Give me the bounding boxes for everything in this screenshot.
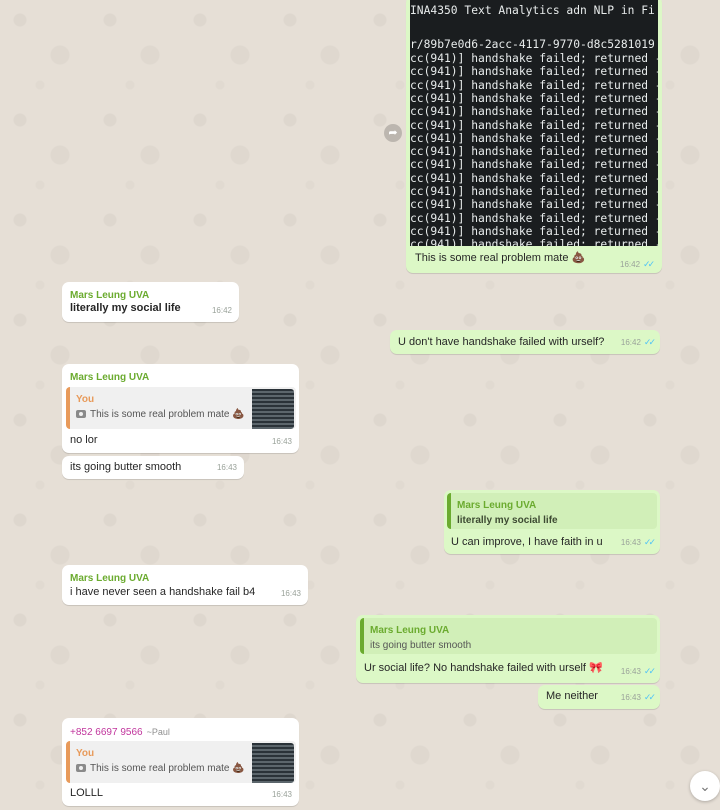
camera-icon [76, 410, 86, 418]
read-ticks-icon: ✓✓ [643, 666, 656, 676]
screen-text-line: INA4350 Text Analytics adn NLP in Fi [410, 4, 655, 17]
message-time: 16:42 ✓✓ [620, 259, 655, 269]
outgoing-message[interactable]: U don't have handshake failed with ursel… [390, 330, 660, 354]
sender-pushname: ~Paul [146, 727, 170, 737]
sender-line: +852 6697 9566 ~Paul [70, 725, 170, 740]
chevron-down-icon: ⌄ [699, 778, 711, 794]
incoming-message[interactable]: Mars Leung UVA You This is some real pro… [62, 364, 299, 453]
screen-text-line: cc(941)] handshake failed; returned - [410, 52, 658, 65]
camera-icon [76, 764, 86, 772]
message-text: Me neither [546, 690, 598, 702]
message-text: LOLLL [70, 787, 104, 799]
screen-text-line: cc(941)] handshake failed; returned - [410, 238, 658, 246]
screen-text-line: cc(941)] handshake failed; returned - [410, 78, 658, 92]
message-text: i have never seen a handshake fail b4 [70, 586, 256, 598]
screen-text-line: cc(941)] handshake failed; returned - [410, 158, 658, 172]
screen-text-line: cc(941)] handshake failed; returned - [410, 131, 658, 145]
message-text: literally my social life [70, 302, 181, 314]
read-ticks-icon: ✓✓ [643, 259, 655, 269]
quoted-text: This is some real problem mate 💩 [76, 761, 245, 776]
quoted-sender: Mars Leung UVA [457, 500, 537, 511]
outgoing-message[interactable]: Mars Leung UVA its going butter smooth U… [356, 615, 660, 683]
message-time: 16:43 [271, 437, 292, 446]
message-time: 16:43 ✓✓ [620, 666, 656, 676]
screen-text-line: cc(941)] handshake failed; returned - [410, 171, 658, 185]
quoted-message[interactable]: Mars Leung UVA literally my social life [447, 493, 657, 529]
screen-text-line: cc(941)] handshake failed; returned - [410, 91, 658, 105]
message-time: 16:42 [211, 306, 232, 315]
incoming-message[interactable]: its going butter smooth 16:43 [62, 456, 244, 479]
read-ticks-icon: ✓✓ [643, 337, 656, 347]
incoming-message[interactable]: +852 6697 9566 ~Paul You This is some rea… [62, 718, 299, 806]
screen-text-line: cc(941)] handshake failed; returned - [410, 224, 658, 238]
sender-phone[interactable]: +852 6697 9566 [70, 727, 143, 738]
quoted-text: its going butter smooth [370, 640, 472, 651]
read-ticks-icon: ✓✓ [643, 692, 656, 702]
message-time: 16:43 [216, 463, 237, 472]
message-text: its going butter smooth [70, 461, 182, 473]
screen-text-line: cc(941)] handshake failed; returned - [410, 185, 658, 198]
message-time: 16:43 ✓✓ [620, 537, 656, 547]
message-time: 16:43 [271, 790, 292, 799]
quoted-sender: You [76, 394, 95, 405]
read-ticks-icon: ✓✓ [643, 537, 656, 547]
message-time: 16:42 ✓✓ [620, 337, 656, 347]
quoted-message[interactable]: You This is some real problem mate 💩 [66, 387, 296, 429]
message-time: 16:43 ✓✓ [620, 692, 656, 702]
screenshot-image[interactable]: INA4350 Text Analytics adn NLP in Fi r/89… [410, 0, 658, 246]
quoted-text: This is some real problem mate 💩 [76, 407, 245, 422]
message-text: U can improve, I have faith in u [451, 536, 603, 548]
sender-name[interactable]: Mars Leung UVA [70, 370, 149, 385]
message-time: 16:43 [280, 589, 301, 598]
sender-name[interactable]: Mars Leung UVA [70, 571, 149, 586]
message-text: Ur social life? No handshake failed with… [364, 662, 603, 674]
outgoing-message[interactable]: Me neither 16:43 ✓✓ [538, 685, 660, 709]
incoming-message[interactable]: Mars Leung UVA literally my social life … [62, 282, 239, 322]
screen-text-line: cc(941)] handshake failed; returned - [410, 65, 658, 79]
incoming-message[interactable]: Mars Leung UVA i have never seen a hands… [62, 565, 308, 605]
screen-text-line: cc(941)] handshake failed; returned - [410, 145, 658, 159]
outgoing-message[interactable]: Mars Leung UVA literally my social life … [444, 490, 660, 554]
quoted-image-thumbnail [252, 743, 294, 783]
screen-text-line: r/89b7e0d6-2acc-4117-9770-d8c5281019 [410, 38, 655, 51]
screen-text-line: cc(941)] handshake failed; returned - [410, 118, 658, 132]
forward-icon[interactable]: ➦ [384, 124, 402, 142]
screen-text-line: cc(941)] handshake failed; returned - [410, 105, 658, 119]
screen-text-line: cc(941)] handshake failed; returned - [410, 198, 658, 212]
quoted-message[interactable]: Mars Leung UVA its going butter smooth [360, 618, 657, 654]
scroll-down-button[interactable]: ⌄ [690, 771, 720, 801]
quoted-message[interactable]: You This is some real problem mate 💩 [66, 741, 296, 783]
quoted-image-thumbnail [252, 389, 294, 429]
message-text: no lor [70, 434, 98, 446]
message-text: U don't have handshake failed with ursel… [398, 336, 605, 348]
image-caption: This is some real problem mate 💩 [415, 252, 586, 264]
quoted-sender: You [76, 748, 95, 759]
quoted-text: literally my social life [457, 515, 558, 526]
quoted-sender: Mars Leung UVA [370, 625, 450, 636]
screen-text-line: cc(941)] handshake failed; returned - [410, 211, 658, 225]
